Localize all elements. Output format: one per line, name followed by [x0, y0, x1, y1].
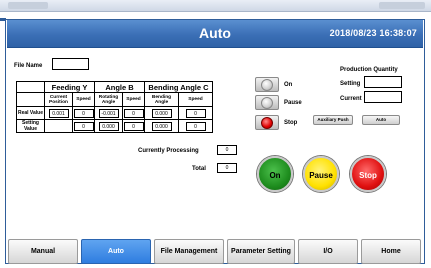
subheader-speed-b: Speed: [122, 92, 145, 107]
file-name-label: File Name: [14, 63, 43, 69]
hmi-frame: [5, 19, 425, 264]
stop-button[interactable]: Stop: [350, 156, 386, 192]
subheader-bending-angle: Bending Angle: [144, 92, 179, 107]
table-cell: 0.000: [94, 119, 123, 133]
table-cell: 0: [72, 106, 95, 120]
nav-manual[interactable]: Manual: [8, 239, 78, 264]
production-quantity-title: Production Quantity: [340, 67, 398, 73]
subheader-rotating-angle: Rotating Angle: [94, 92, 123, 107]
file-name-field[interactable]: [52, 58, 89, 70]
row-label-setting-value: Setting Value: [16, 119, 45, 133]
setting-speed-b-field[interactable]: 0: [123, 121, 144, 131]
setting-speed-y-field[interactable]: 0: [73, 121, 94, 131]
datetime-display: 2018/08/23 16:38:07: [329, 28, 417, 38]
currently-processing-label: Currently Processing: [138, 148, 199, 154]
total-field[interactable]: 0: [217, 163, 237, 173]
nav-parameter-setting[interactable]: Parameter Setting: [227, 239, 295, 264]
window-titlebar: [0, 0, 431, 12]
row-label-real-value: Real Value: [16, 106, 45, 120]
subheader-blank: [16, 92, 45, 107]
production-current-label: Current: [340, 96, 362, 102]
total-label: Total: [192, 166, 206, 172]
table-cell: 0.000: [144, 119, 179, 133]
real-speed-b-field[interactable]: 0: [123, 108, 144, 118]
group-bending-angle-c: Bending Angle C: [144, 81, 213, 93]
stop-indicator-label: Stop: [284, 120, 298, 126]
table-cell: 0: [178, 106, 213, 120]
page-header: Auto 2018/08/23 16:38:07: [7, 20, 423, 48]
real-bending-angle-field[interactable]: 0.000: [151, 108, 172, 118]
bottom-navigation: Manual Auto File Management Parameter Se…: [8, 239, 422, 264]
table-cell: 0: [122, 119, 145, 133]
window-controls[interactable]: [379, 2, 425, 9]
nav-auto[interactable]: Auto: [81, 239, 151, 264]
nav-home[interactable]: Home: [361, 239, 421, 264]
on-indicator-label: On: [284, 82, 293, 88]
currently-processing-field[interactable]: 0: [217, 145, 237, 155]
pause-indicator-label: Pause: [284, 100, 302, 106]
production-setting-label: Setting: [340, 81, 361, 87]
table-cell: 0.001: [44, 106, 73, 120]
subheader-speed-c: Speed: [178, 92, 213, 107]
window-title-placeholder: [8, 2, 48, 9]
stop-indicator-lamp: [255, 115, 279, 130]
subheader-current-position: Current Position: [44, 92, 73, 107]
real-speed-c-field[interactable]: 0: [185, 108, 206, 118]
real-current-position-field[interactable]: 0.001: [48, 108, 69, 118]
auto-mode-button[interactable]: Auto: [362, 115, 400, 125]
axis-table: Feeding Y Angle B Bending Angle C Curren…: [16, 81, 213, 133]
pause-indicator-lamp: [255, 95, 279, 110]
pause-button[interactable]: Pause: [303, 156, 339, 192]
production-setting-field[interactable]: [364, 76, 402, 88]
table-cell: 0: [178, 119, 213, 133]
on-lamp-icon: [261, 79, 273, 91]
nav-file-management[interactable]: File Management: [154, 239, 224, 264]
on-button[interactable]: On: [257, 156, 293, 192]
production-current-field[interactable]: [364, 91, 402, 103]
table-cell: [44, 119, 73, 133]
setting-bending-angle-field[interactable]: 0.000: [151, 121, 172, 131]
subheader-speed-y: Speed: [72, 92, 95, 107]
real-speed-y-field[interactable]: 0: [73, 108, 94, 118]
table-corner: [16, 81, 45, 93]
table-cell: 0: [72, 119, 95, 133]
real-rotating-angle-field[interactable]: -0.001: [98, 108, 119, 118]
pause-lamp-icon: [261, 97, 273, 109]
group-feeding-y: Feeding Y: [44, 81, 95, 93]
auxiliary-push-button[interactable]: Auxiliary Push: [313, 115, 353, 125]
nav-io[interactable]: I/O: [298, 239, 358, 264]
table-cell: 0.000: [144, 106, 179, 120]
setting-speed-c-field[interactable]: 0: [185, 121, 206, 131]
group-angle-b: Angle B: [94, 81, 145, 93]
table-cell: 0: [122, 106, 145, 120]
setting-rotating-angle-field[interactable]: 0.000: [98, 121, 119, 131]
table-cell: -0.001: [94, 106, 123, 120]
stop-lamp-icon: [261, 117, 273, 129]
on-indicator-lamp: [255, 77, 279, 92]
